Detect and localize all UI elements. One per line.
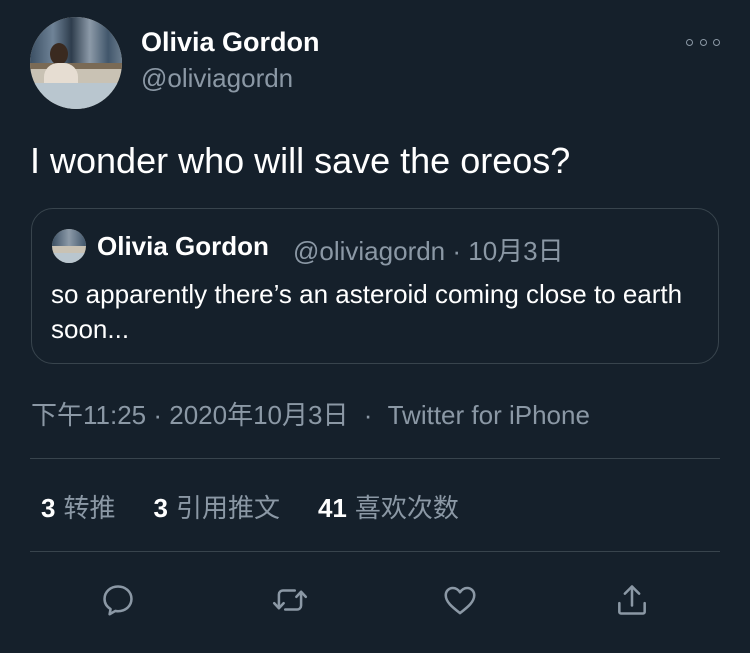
avatar-person-head (50, 43, 68, 65)
tweet-source[interactable]: Twitter for iPhone (388, 400, 590, 430)
quote-tweets-label: 引用推文 (175, 493, 280, 523)
tweet-text: I wonder who will save the oreos? (30, 140, 571, 181)
quote-tweets-count: 3 (153, 493, 168, 523)
likes-label: 喜欢次数 (354, 493, 459, 523)
tweet-detail: Olivia Gordon @oliviagordn I wonder who … (0, 0, 750, 653)
tweet-meta: 下午11:25 · 2020年10月3日 · Twitter for iPhon… (31, 395, 590, 432)
quoted-tweet[interactable]: Olivia Gordon @oliviagordn · 10月3日 so ap… (31, 208, 719, 364)
retweets-label: 转推 (63, 493, 116, 523)
more-dot (713, 38, 720, 46)
author-avatar[interactable] (30, 17, 122, 109)
retweets-stat[interactable]: 3 转推 (41, 488, 115, 525)
quoted-author-avatar (52, 229, 86, 263)
author-handle[interactable]: @oliviagordn (141, 63, 293, 94)
retweets-count: 3 (41, 493, 56, 523)
avatar-shelf (30, 63, 122, 69)
avatar-background (52, 229, 86, 246)
heart-icon (444, 586, 476, 615)
avatar-table (52, 253, 86, 263)
reply-icon (103, 585, 133, 616)
tweet-timestamp[interactable]: 下午11:25 · 2020年10月3日 (31, 400, 348, 430)
retweet-button[interactable] (270, 580, 310, 620)
divider (30, 458, 720, 459)
avatar-background (30, 17, 122, 63)
more-dot (699, 38, 707, 46)
share-button[interactable] (612, 580, 652, 620)
likes-count: 41 (317, 493, 347, 523)
like-button[interactable] (440, 580, 480, 620)
quoted-tweet-text: so apparently there’s an asteroid coming… (51, 279, 683, 344)
share-icon (618, 585, 646, 615)
author-display-name[interactable]: Olivia Gordon (141, 27, 320, 58)
retweet-icon (272, 589, 308, 611)
quoted-handle-date: @oliviagordn · 10月3日 (293, 236, 564, 266)
more-horizontal-icon[interactable] (686, 34, 720, 50)
more-dot (686, 38, 693, 46)
avatar-table (30, 83, 122, 109)
quoted-author-name: Olivia Gordon (97, 231, 269, 261)
likes-stat[interactable]: 41 喜欢次数 (318, 488, 459, 525)
meta-separator: · (363, 400, 373, 430)
reply-button[interactable] (98, 580, 138, 620)
divider (30, 551, 720, 552)
tweet-stats: 3 转推 3 引用推文 41 喜欢次数 (41, 488, 497, 525)
quote-tweets-stat[interactable]: 3 引用推文 (153, 488, 279, 525)
